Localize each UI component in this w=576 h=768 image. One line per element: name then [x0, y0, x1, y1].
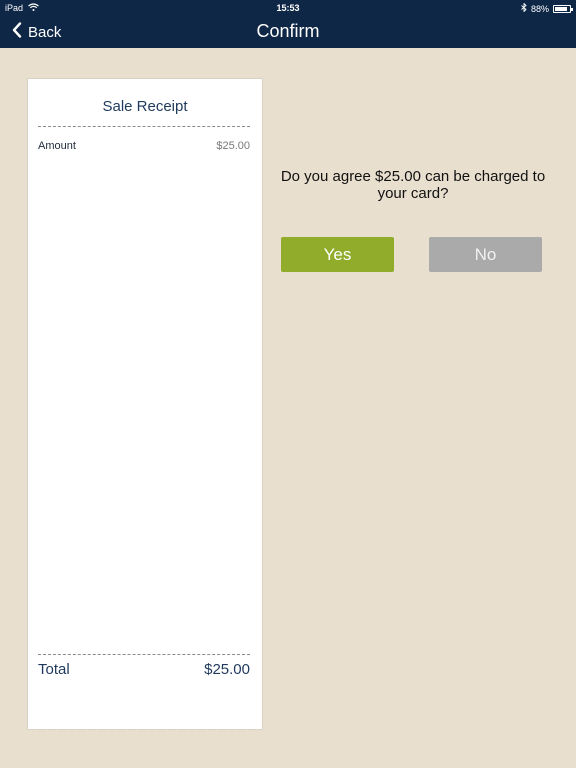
total-value: $25.00 [204, 661, 250, 678]
receipt-total: Total $25.00 [38, 661, 250, 678]
total-label: Total [38, 661, 70, 678]
line-item-value: $25.00 [216, 140, 250, 152]
status-right: 88% [521, 2, 573, 14]
status-bar: iPad 15:53 88% [0, 0, 576, 16]
line-item-label: Amount [38, 140, 76, 152]
battery-nub [571, 7, 573, 11]
receipt-line-item: Amount $25.00 [38, 140, 250, 152]
receipt-title: Sale Receipt [102, 98, 188, 115]
battery-percent: 88% [530, 3, 549, 14]
receipt-divider-top [38, 126, 250, 127]
yes-button[interactable]: Yes [281, 237, 394, 272]
page-title: Confirm [256, 21, 320, 41]
status-time: 15:53 [276, 3, 300, 13]
charge-confirmation-question: Do you agree $25.00 can be charged to yo… [280, 168, 546, 202]
receipt-torn-edge [27, 729, 265, 733]
sale-receipt: Sale Receipt Amount $25.00 Total $25.00 [27, 78, 265, 733]
receipt-divider-bottom [38, 654, 250, 655]
no-button[interactable]: No [429, 237, 542, 272]
bluetooth-icon [521, 2, 527, 14]
navigation-bar: Back Confirm [0, 16, 576, 48]
battery-fill [555, 6, 568, 11]
battery-icon [553, 4, 573, 13]
